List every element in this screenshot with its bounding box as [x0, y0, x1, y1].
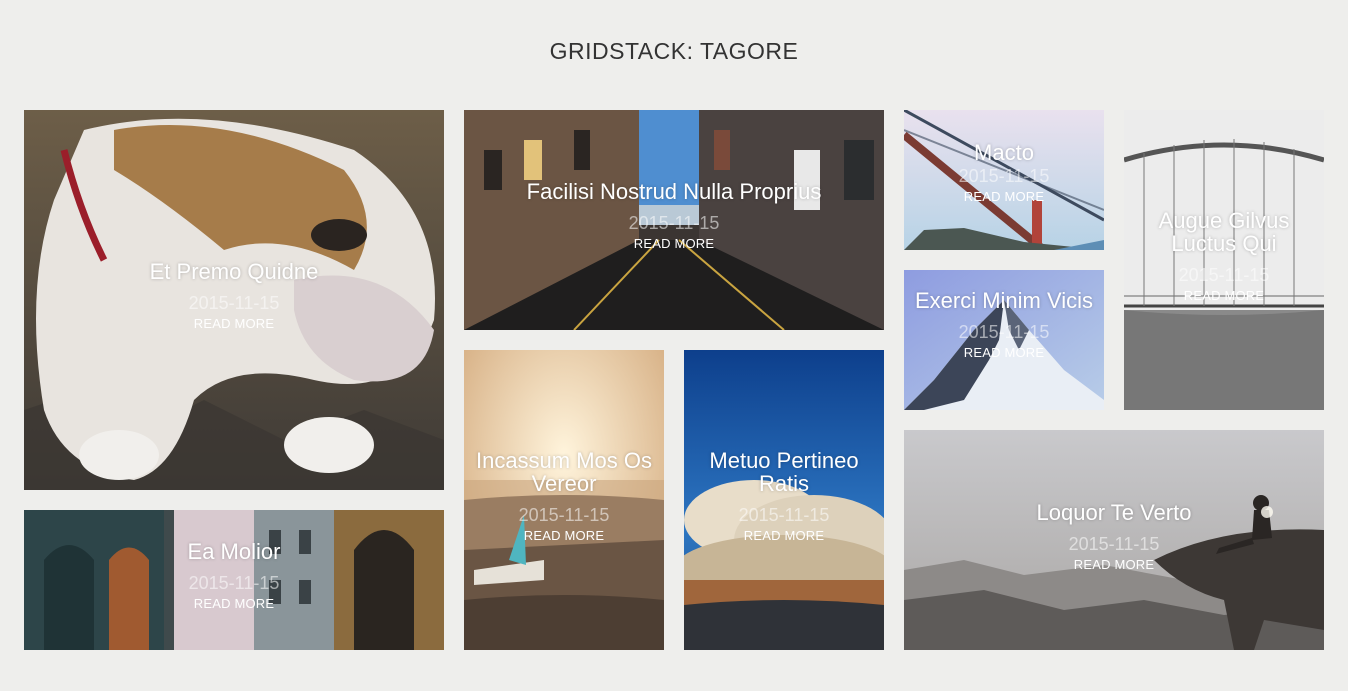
tile-caption: Incassum Mos Os Vereor 2015-11-15 READ M…	[464, 449, 664, 544]
read-more-link[interactable]: READ MORE	[24, 596, 444, 612]
tile-caption: Metuo Pertineo Ratis 2015-11-15 READ MOR…	[684, 449, 884, 544]
tile-date: 2015-11-15	[738, 505, 830, 525]
tile-title[interactable]: Loquor Te Verto	[904, 501, 1324, 524]
tile-title[interactable]: Metuo Pertineo Ratis	[684, 449, 884, 495]
tile-metuo-pertineo-ratis[interactable]: Metuo Pertineo Ratis 2015-11-15 READ MOR…	[684, 350, 884, 650]
tile-date: 2015-11-15	[1068, 534, 1160, 554]
tile-title[interactable]: Incassum Mos Os Vereor	[464, 449, 664, 495]
tile-facilisi-nostrud-nulla-proprius[interactable]: Facilisi Nostrud Nulla Proprius 2015-11-…	[464, 110, 884, 330]
tile-date: 2015-11-15	[958, 166, 1050, 186]
tile-date: 2015-11-15	[958, 322, 1050, 342]
tile-loquor-te-verto[interactable]: Loquor Te Verto 2015-11-15 READ MORE	[904, 430, 1324, 650]
tile-date: 2015-11-15	[1178, 265, 1270, 285]
tile-title[interactable]: Macto	[904, 141, 1104, 164]
tile-title[interactable]: Ea Molior	[24, 540, 444, 563]
tile-title[interactable]: Facilisi Nostrud Nulla Proprius	[464, 180, 884, 203]
tile-et-premo-quidne[interactable]: Et Premo Quidne 2015-11-15 READ MORE	[24, 110, 444, 490]
tile-title[interactable]: Exerci Minim Vicis	[904, 289, 1104, 312]
page-title: GRIDSTACK: TAGORE	[549, 38, 799, 64]
tile-ea-molior[interactable]: Ea Molior 2015-11-15 READ MORE	[24, 510, 444, 650]
read-more-link[interactable]: READ MORE	[464, 236, 884, 252]
tile-exerci-minim-vicis[interactable]: Exerci Minim Vicis 2015-11-15 READ MORE	[904, 270, 1104, 410]
read-more-link[interactable]: READ MORE	[1124, 288, 1324, 304]
tile-augue-gilvus-luctus-qui[interactable]: Augue Gilvus Luctus Qui 2015-11-15 READ …	[1124, 110, 1324, 410]
read-more-link[interactable]: READ MORE	[684, 528, 884, 544]
tile-caption: Ea Molior 2015-11-15 READ MORE	[24, 540, 444, 612]
read-more-link[interactable]: READ MORE	[24, 316, 444, 332]
tile-caption: Augue Gilvus Luctus Qui 2015-11-15 READ …	[1124, 209, 1324, 304]
tile-caption: Exerci Minim Vicis 2015-11-15 READ MORE	[904, 289, 1104, 361]
tile-date: 2015-11-15	[188, 293, 280, 313]
tile-caption: Loquor Te Verto 2015-11-15 READ MORE	[904, 501, 1324, 573]
tile-caption: Facilisi Nostrud Nulla Proprius 2015-11-…	[464, 180, 884, 252]
tile-date: 2015-11-15	[518, 505, 610, 525]
tile-caption: Macto 2015-11-15 READ MORE	[904, 141, 1104, 205]
tile-date: 2015-11-15	[188, 573, 280, 593]
tile-macto[interactable]: Macto 2015-11-15 READ MORE	[904, 110, 1104, 250]
tile-title[interactable]: Et Premo Quidne	[24, 260, 444, 283]
tile-title[interactable]: Augue Gilvus Luctus Qui	[1124, 209, 1324, 255]
tile-incassum-mos-os-vereor[interactable]: Incassum Mos Os Vereor 2015-11-15 READ M…	[464, 350, 664, 650]
read-more-link[interactable]: READ MORE	[904, 189, 1104, 205]
tile-caption: Et Premo Quidne 2015-11-15 READ MORE	[24, 260, 444, 332]
read-more-link[interactable]: READ MORE	[464, 528, 664, 544]
read-more-link[interactable]: READ MORE	[904, 557, 1324, 573]
tile-date: 2015-11-15	[628, 213, 720, 233]
read-more-link[interactable]: READ MORE	[904, 345, 1104, 361]
